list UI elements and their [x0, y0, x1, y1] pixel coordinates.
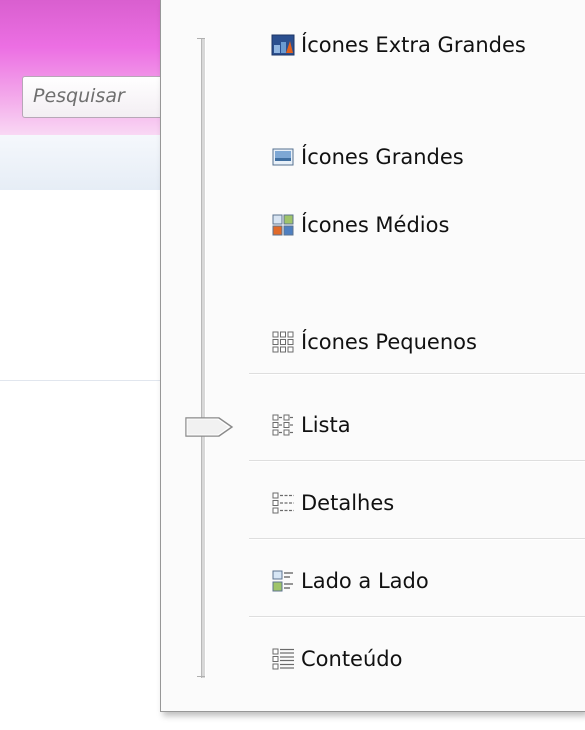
file-list-area: [0, 190, 175, 381]
list-icon: [272, 414, 293, 436]
view-menu: Ícones Extra Grandes Ícones Grandes Ícon…: [160, 0, 585, 712]
view-slider-track[interactable]: [201, 38, 206, 678]
menu-item-medium-icons[interactable]: Ícones Médios: [249, 200, 585, 250]
large-icons-icon: [272, 148, 294, 166]
menu-item-label: Ícones Grandes: [301, 145, 464, 169]
menu-item-tiles[interactable]: Lado a Lado: [249, 556, 585, 606]
search-placeholder: Pesquisar: [33, 85, 125, 107]
menu-item-details[interactable]: Detalhes: [249, 478, 585, 528]
menu-item-list[interactable]: Lista: [249, 400, 585, 450]
menu-item-small-icons[interactable]: Ícones Pequenos: [249, 317, 585, 367]
menu-separator: [249, 616, 585, 618]
menu-item-content[interactable]: Conteúdo: [249, 634, 585, 684]
menu-separator: [249, 460, 585, 462]
menu-separator: [249, 373, 585, 375]
slider-tick: [197, 38, 205, 39]
menu-item-label: Lado a Lado: [301, 569, 429, 593]
search-input[interactable]: Pesquisar: [22, 76, 175, 118]
medium-icons-icon: [272, 214, 294, 236]
command-bar: [0, 135, 175, 191]
menu-item-label: Detalhes: [301, 491, 395, 515]
content-icon: [272, 648, 294, 670]
menu-item-large-icons[interactable]: Ícones Grandes: [249, 132, 585, 182]
small-icons-icon: [272, 331, 294, 353]
menu-item-label: Ícones Extra Grandes: [301, 33, 526, 57]
slider-tick: [197, 676, 205, 677]
menu-item-extra-large-icons[interactable]: Ícones Extra Grandes: [249, 20, 585, 70]
menu-item-label: Ícones Pequenos: [301, 330, 477, 354]
menu-item-label: Ícones Médios: [301, 213, 450, 237]
menu-separator: [249, 538, 585, 540]
view-slider-thumb[interactable]: [183, 415, 235, 439]
tiles-icon: [272, 570, 293, 592]
details-icon: [272, 492, 294, 514]
menu-item-label: Lista: [301, 413, 351, 437]
menu-item-label: Conteúdo: [301, 647, 403, 671]
extra-large-icons-icon: [271, 34, 295, 56]
